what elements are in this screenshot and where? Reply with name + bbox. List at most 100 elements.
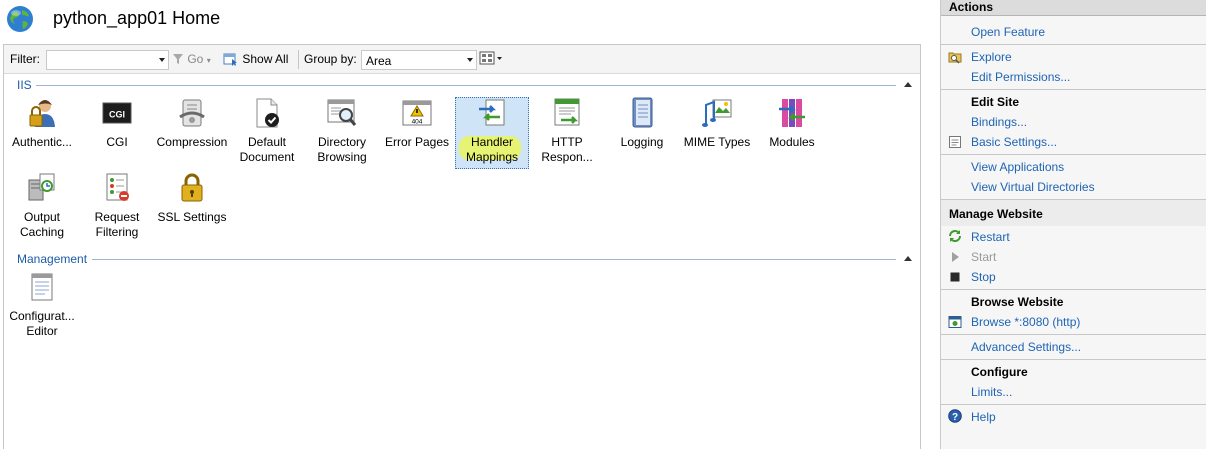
feature-modules[interactable]: Modules bbox=[755, 97, 829, 169]
directory-browsing-icon bbox=[327, 99, 357, 126]
actions-divider bbox=[941, 334, 1206, 335]
basic-settings-icon bbox=[949, 136, 961, 148]
go-label: Go bbox=[187, 52, 204, 66]
actions-divider bbox=[941, 289, 1206, 290]
feature-cgi[interactable]: CGI CGI bbox=[80, 97, 154, 169]
group-divider bbox=[92, 259, 896, 260]
start-icon bbox=[952, 252, 959, 262]
globe-icon bbox=[7, 6, 33, 32]
default-document-icon bbox=[256, 98, 279, 128]
features-view: python_app01 Home Filter: Go ▾ Show All … bbox=[0, 0, 922, 449]
feature-handler-mappings[interactable]: Handler Mappings bbox=[455, 97, 529, 169]
actions-divider bbox=[941, 89, 1206, 90]
group-by-value: Area bbox=[366, 54, 392, 68]
feature-label: Handler Mappings bbox=[465, 135, 519, 164]
feature-directory-browsing[interactable]: Directory Browsing bbox=[305, 97, 379, 169]
feature-logging[interactable]: Logging bbox=[605, 97, 679, 169]
manage-website-heading: Manage Website bbox=[949, 207, 1043, 221]
feature-compression[interactable]: Compression bbox=[155, 97, 229, 169]
error-pages-icon: 404 bbox=[402, 100, 432, 126]
edit-permissions-link[interactable]: Edit Permissions... bbox=[971, 70, 1070, 84]
group-by-select[interactable]: Area bbox=[361, 50, 477, 70]
browse-website-heading: Browse Website bbox=[971, 295, 1064, 309]
feature-label: HTTP Respon... bbox=[541, 135, 593, 164]
browse-icon bbox=[948, 316, 962, 328]
group-header-management: Management bbox=[17, 252, 88, 266]
explore-icon bbox=[948, 52, 962, 64]
filter-input[interactable] bbox=[46, 50, 169, 70]
group-header-iis: IIS bbox=[17, 78, 32, 92]
actions-divider bbox=[941, 154, 1206, 155]
feature-label: Modules bbox=[769, 135, 815, 149]
collapse-iis-icon[interactable] bbox=[904, 82, 912, 87]
feature-label: Compression bbox=[156, 135, 228, 149]
chevron-down-icon[interactable] bbox=[159, 58, 165, 62]
feature-label: Request Filtering bbox=[94, 210, 140, 239]
view-mode-icon bbox=[479, 51, 502, 65]
actions-title: Actions bbox=[949, 0, 994, 14]
feature-mime-types[interactable]: MIME Types bbox=[680, 97, 754, 169]
bindings-link[interactable]: Bindings... bbox=[971, 115, 1027, 129]
output-caching-icon bbox=[28, 173, 55, 201]
modules-icon bbox=[779, 99, 805, 127]
feature-http-response[interactable]: HTTP Respon... bbox=[530, 97, 604, 169]
basic-settings-link[interactable]: Basic Settings... bbox=[971, 135, 1057, 149]
compression-icon bbox=[179, 99, 205, 127]
help-link[interactable]: Help bbox=[971, 410, 996, 424]
toolbar-divider bbox=[298, 50, 299, 69]
actions-header: Actions bbox=[941, 0, 1206, 16]
feature-authentication[interactable]: Authentic... bbox=[5, 97, 79, 169]
cgi-icon-text: CGI bbox=[109, 110, 125, 120]
feature-request-filtering[interactable]: Request Filtering bbox=[80, 172, 154, 244]
actions-divider bbox=[941, 359, 1206, 360]
actions-pane: Actions Open Feature Explore Edit Permis… bbox=[940, 0, 1206, 449]
chevron-down-icon[interactable] bbox=[467, 58, 473, 62]
page-title: python_app01 Home bbox=[53, 8, 221, 28]
feature-label: MIME Types bbox=[683, 135, 751, 149]
funnel-icon bbox=[173, 54, 183, 64]
configuration-editor-icon bbox=[31, 273, 53, 301]
filter-label: Filter: bbox=[10, 52, 40, 66]
chevron-down-icon: ▾ bbox=[206, 56, 211, 65]
handler-mappings-icon bbox=[479, 99, 505, 126]
explore-link[interactable]: Explore bbox=[971, 50, 1012, 64]
feature-configuration-editor[interactable]: Configurat... Editor bbox=[5, 271, 79, 343]
browse-8080-link[interactable]: Browse *:8080 (http) bbox=[971, 315, 1080, 329]
feature-default-document[interactable]: Default Document bbox=[230, 97, 304, 169]
configure-heading: Configure bbox=[971, 365, 1028, 379]
feature-label: Default Document bbox=[239, 135, 295, 164]
view-applications-link[interactable]: View Applications bbox=[971, 160, 1064, 174]
go-button[interactable]: Go ▾ bbox=[172, 52, 211, 66]
actions-divider bbox=[941, 404, 1206, 405]
view-mode-button[interactable] bbox=[479, 51, 503, 68]
advanced-settings-link[interactable]: Advanced Settings... bbox=[971, 340, 1081, 354]
feature-output-caching[interactable]: Output Caching bbox=[5, 172, 79, 244]
request-filtering-icon bbox=[106, 173, 129, 201]
logging-icon bbox=[632, 97, 653, 128]
title-bar: python_app01 Home bbox=[0, 0, 922, 42]
feature-label: Authentic... bbox=[11, 135, 73, 149]
feature-error-pages[interactable]: 404 Error Pages bbox=[380, 97, 454, 169]
show-all-button[interactable]: Show All bbox=[223, 52, 288, 66]
open-feature-link[interactable]: Open Feature bbox=[971, 25, 1045, 39]
feature-label: Directory Browsing bbox=[317, 135, 367, 164]
edit-site-heading: Edit Site bbox=[971, 95, 1020, 109]
lock-icon bbox=[181, 173, 203, 202]
feature-ssl-settings[interactable]: SSL Settings bbox=[155, 172, 229, 244]
restart-link[interactable]: Restart bbox=[971, 230, 1010, 244]
features-frame: Filter: Go ▾ Show All Group by: Area IIS… bbox=[3, 44, 921, 449]
collapse-management-icon[interactable] bbox=[904, 256, 912, 261]
show-all-icon bbox=[223, 53, 237, 66]
restart-icon bbox=[949, 230, 961, 242]
start-link: Start bbox=[971, 250, 997, 264]
feature-label: Error Pages bbox=[384, 135, 450, 149]
group-divider bbox=[36, 85, 896, 86]
group-by-label: Group by: bbox=[304, 52, 357, 66]
error-icon-text: 404 bbox=[412, 119, 423, 126]
stop-link[interactable]: Stop bbox=[971, 270, 996, 284]
limits-link[interactable]: Limits... bbox=[971, 385, 1012, 399]
feature-label: CGI bbox=[106, 135, 128, 149]
filter-toolbar: Filter: Go ▾ Show All Group by: Area bbox=[4, 45, 920, 74]
view-virtual-directories-link[interactable]: View Virtual Directories bbox=[971, 180, 1095, 194]
feature-label: SSL Settings bbox=[157, 210, 227, 224]
